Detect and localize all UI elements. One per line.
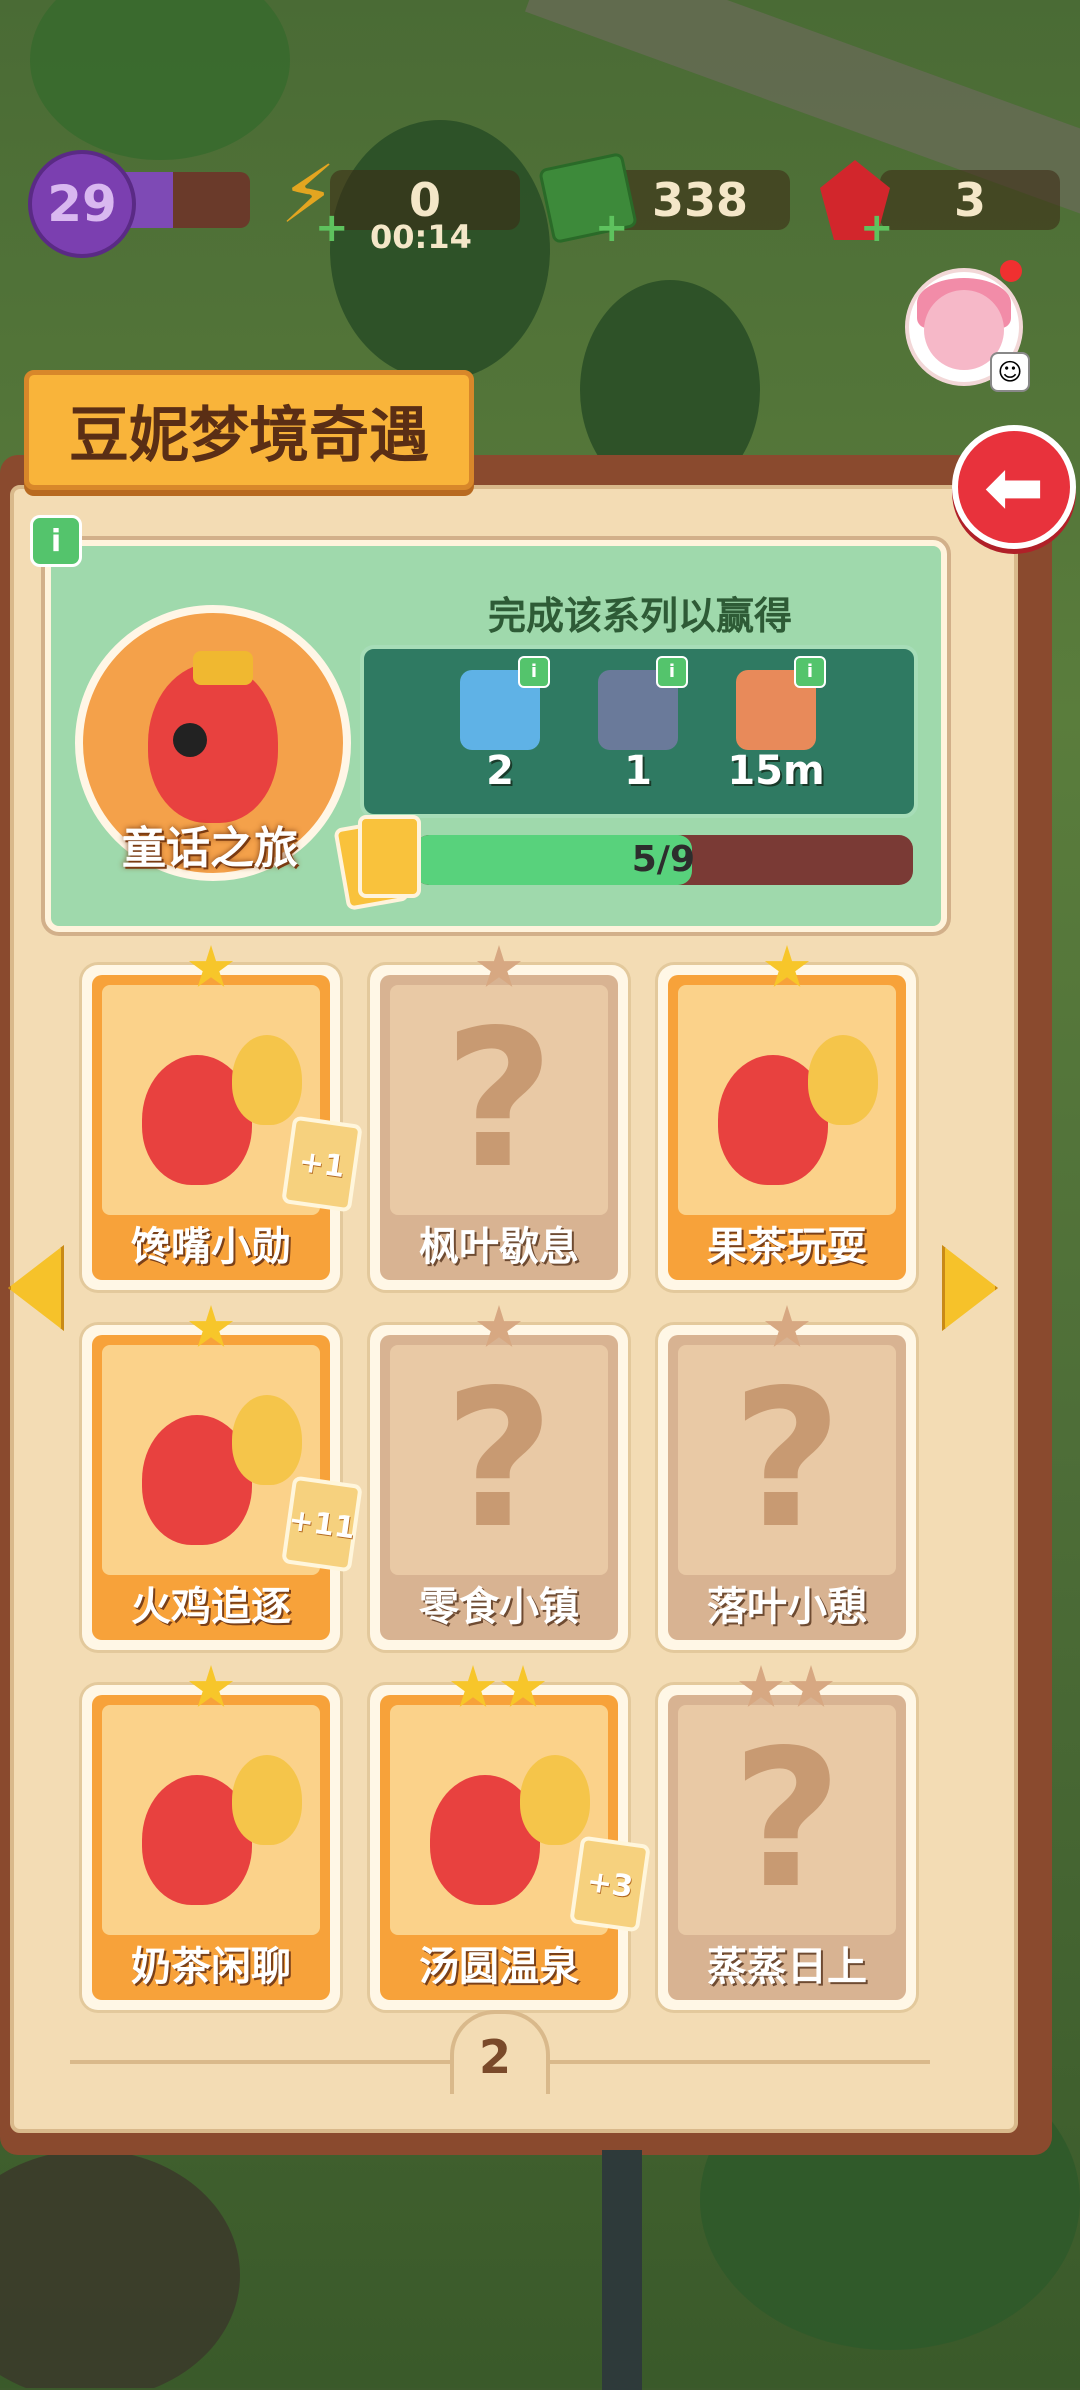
reward-info-icon[interactable]: i [656, 656, 688, 688]
question-mark-icon: ? [731, 1349, 843, 1570]
card-frame: 奶茶闲聊 [92, 1695, 330, 2000]
level-badge[interactable]: 29 [28, 150, 136, 258]
duplicate-count-badge: +11 [281, 1475, 363, 1573]
companion-character [232, 1395, 302, 1485]
page-number: 2 [478, 2030, 511, 2084]
reward-value: 15m [727, 748, 825, 794]
energy-timer: 00:14 [370, 218, 472, 256]
series-progress-text: 5/9 [631, 839, 695, 880]
card-label: 奶茶闲聊 [131, 1944, 291, 1990]
reward-info-icon[interactable]: i [794, 656, 826, 688]
add-gem-icon[interactable]: + [860, 208, 894, 248]
gem-counter[interactable]: 3 [880, 170, 1060, 230]
album-card[interactable]: 汤圆温泉 +3 [370, 1665, 651, 2010]
card-frame: ? 零食小镇 [380, 1335, 618, 1640]
gem-value: 3 [953, 173, 986, 227]
question-mark-icon: ? [443, 989, 555, 1210]
notification-dot [1000, 260, 1022, 282]
top-hud: 29 0 ⚡ + 00:14 338 + 3 + [0, 150, 1080, 258]
reward-value: 2 [486, 748, 514, 794]
reward-info-icon[interactable]: i [518, 656, 550, 688]
companion-character [232, 1755, 302, 1845]
card-label: 零食小镇 [419, 1584, 579, 1630]
locked-card-art: ? [678, 1345, 896, 1575]
album-card[interactable]: 火鸡追逐 +11 [82, 1305, 363, 1650]
question-mark-icon: ? [443, 1349, 555, 1570]
album-card[interactable]: ? 蒸蒸日上 [658, 1665, 916, 2010]
reward-cash-safe[interactable]: i 1 [578, 656, 698, 800]
card-label: 蒸蒸日上 [707, 1944, 867, 1990]
card-illustration [678, 985, 896, 1215]
info-icon[interactable]: i [30, 515, 82, 567]
card-frame: ? 枫叶歇息 [380, 975, 618, 1280]
album-card[interactable]: 馋嘴小勋 +1 [82, 945, 363, 1290]
album-card[interactable]: ? 枫叶歇息 [370, 945, 628, 1290]
card-label: 枫叶歇息 [419, 1224, 579, 1270]
cash-value: 338 [651, 173, 749, 227]
card-illustration [102, 1705, 320, 1935]
back-button[interactable]: ⬅ [952, 425, 1076, 549]
reward-energy-bottle[interactable]: i 2 [440, 656, 560, 800]
companion-character [232, 1035, 302, 1125]
add-energy-icon[interactable]: + [315, 208, 349, 248]
card-label: 落叶小憩 [707, 1584, 867, 1630]
reward-value: 1 [624, 748, 652, 794]
add-cash-icon[interactable]: + [595, 208, 629, 248]
companion-character [520, 1755, 590, 1845]
back-arrow-icon: ⬅ [983, 445, 1045, 529]
companion-character [808, 1035, 878, 1125]
cash-counter[interactable]: 338 [610, 170, 790, 230]
series-name: 童话之旅 [122, 823, 298, 874]
album-card[interactable]: 果茶玩耍 [658, 945, 916, 1290]
lamp-post [602, 2150, 642, 2390]
reward-caption: 完成该系列以赢得 [487, 594, 792, 638]
series-progress-bar: 5/9 [415, 835, 913, 885]
card-label: 汤圆温泉 [419, 1944, 579, 1990]
card-label: 果茶玩耍 [707, 1224, 867, 1270]
card-frame: ? 落叶小憩 [668, 1335, 906, 1640]
question-mark-icon: ? [731, 1709, 843, 1930]
duplicate-count-badge: +1 [281, 1115, 363, 1213]
album-card[interactable]: ? 零食小镇 [370, 1305, 628, 1650]
card-label: 火鸡追逐 [131, 1584, 291, 1630]
album-card[interactable]: ? 落叶小憩 [658, 1305, 916, 1650]
card-frame: 果茶玩耍 [668, 975, 906, 1280]
reward-hourglass[interactable]: i 15m [716, 656, 836, 800]
locked-card-art: ? [390, 985, 608, 1215]
locked-card-art: ? [678, 1705, 896, 1935]
card-label: 馋嘴小勋 [131, 1224, 291, 1270]
locked-card-art: ? [390, 1345, 608, 1575]
album-card[interactable]: 奶茶闲聊 [82, 1665, 340, 2010]
chat-icon[interactable]: ☺ [990, 352, 1030, 392]
panel-title: 豆妮梦境奇遇 [24, 370, 474, 490]
duplicate-count-badge: +3 [569, 1835, 651, 1933]
cards-icon [333, 815, 421, 911]
card-frame: ? 蒸蒸日上 [668, 1695, 906, 2000]
